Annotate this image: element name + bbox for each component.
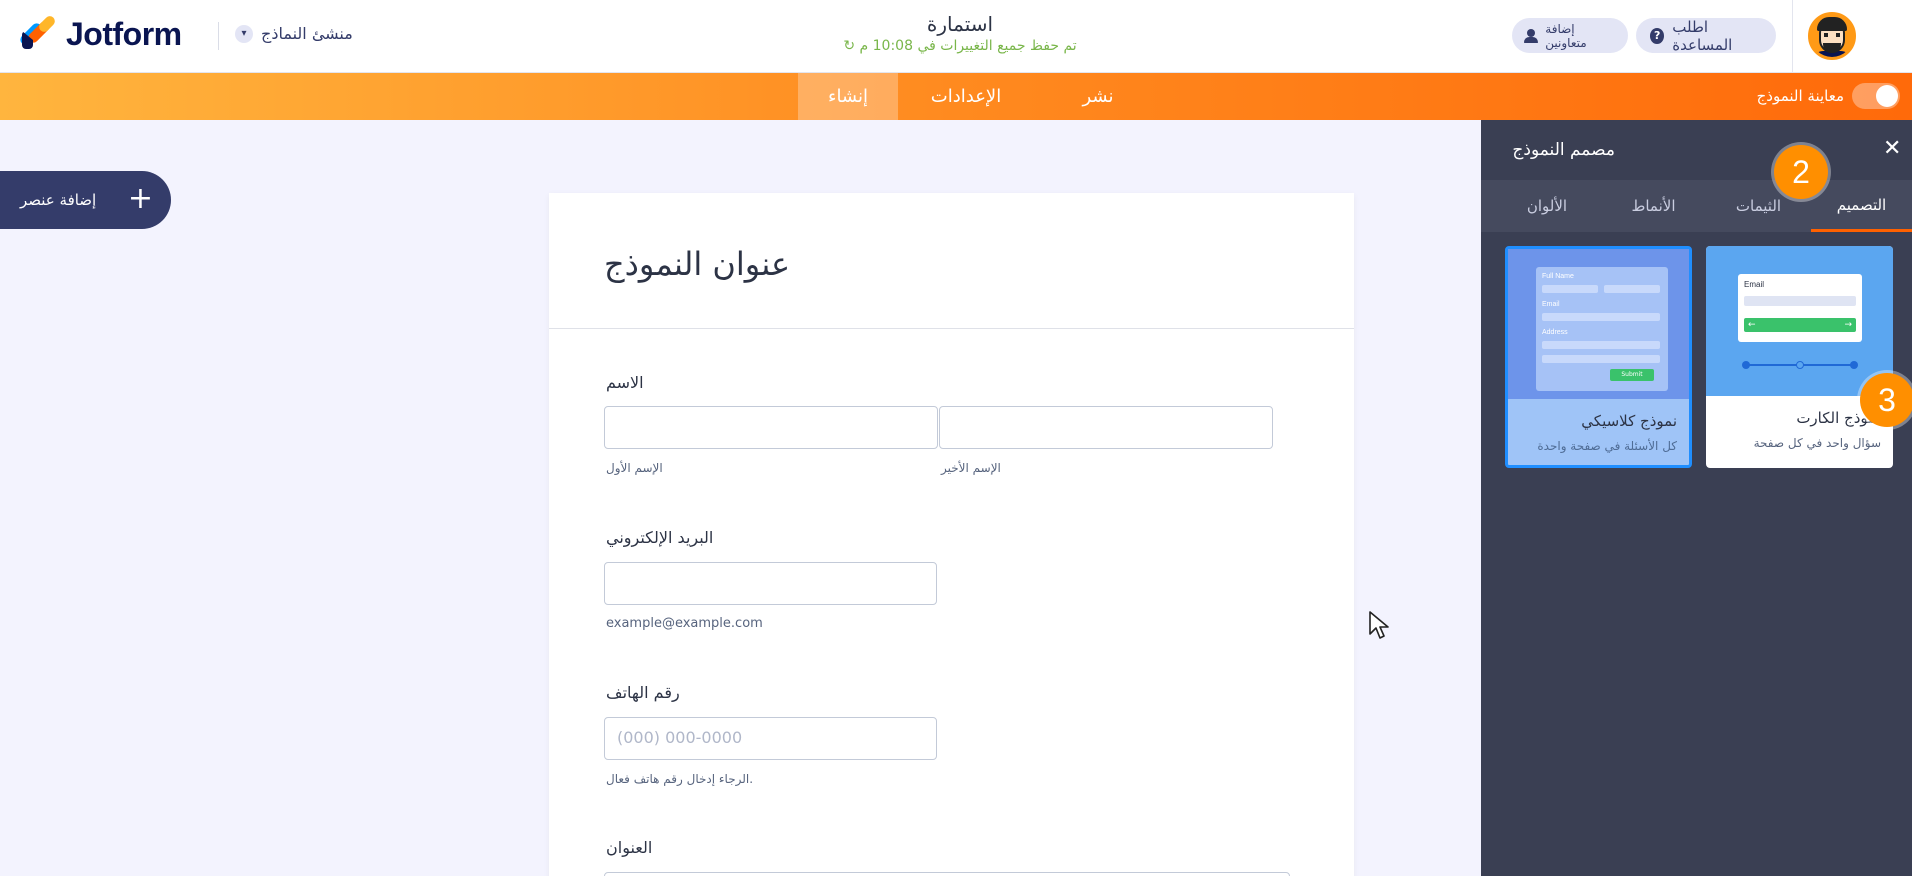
tab-build[interactable]: إنشاء: [798, 73, 898, 120]
builder-menu-dropdown[interactable]: ▾ منشئ النماذج: [235, 24, 353, 43]
mini-label-email: Email: [1542, 301, 1560, 308]
add-element-label: إضافة عنصر: [20, 191, 97, 209]
tab-styles[interactable]: الأنماط: [1601, 180, 1706, 232]
add-collaborators-label: إضافة متعاونين: [1545, 21, 1587, 50]
question-icon: ?: [1650, 27, 1665, 44]
panel-header: مصمم النموذج ✕: [1481, 120, 1912, 180]
builder-menu-label: منشئ النماذج: [261, 24, 353, 43]
mini-progress-steps: [1742, 361, 1858, 369]
mini-label-address: Address: [1542, 329, 1568, 336]
save-status-text: تم حفظ جميع التغييرات في 10:08 م: [859, 38, 1077, 54]
email-sublabel: example@example.com: [606, 616, 763, 631]
card-form-card[interactable]: Email ← → نموذج الكارت سؤال واحد في كل صف…: [1706, 246, 1893, 468]
mini-label-full-name: Full Name: [1542, 273, 1574, 280]
builder-navbar: إنشاء الإعدادات نشر معاينة النموذج: [0, 73, 1912, 120]
tab-publish[interactable]: نشر: [1048, 73, 1148, 120]
email-input[interactable]: [604, 562, 937, 605]
classic-form-thumbnail: Full Name Email Address Submit: [1508, 249, 1689, 399]
card-form-description: سؤال واحد في كل صفحة: [1753, 436, 1881, 450]
mouse-cursor-icon: [1369, 611, 1389, 639]
step-badge-3: 3: [1860, 373, 1912, 427]
chevron-down-icon: ▾: [235, 24, 253, 43]
panel-tabs: التصميم الثيمات الأنماط الألوان: [1481, 180, 1912, 232]
logo-text: Jotform: [66, 15, 182, 52]
preview-form-toggle-group: معاينة النموذج: [1757, 83, 1900, 109]
form-header-section[interactable]: عنوان النموذج: [549, 193, 1354, 329]
panel-title: مصمم النموذج: [1512, 140, 1615, 160]
tab-layout[interactable]: التصميم: [1811, 180, 1912, 232]
save-status: ↻ تم حفظ جميع التغييرات في 10:08 م: [760, 38, 1160, 54]
add-element-button[interactable]: إضافة عنصر +: [0, 171, 171, 229]
add-collaborators-button[interactable]: إضافة متعاونين: [1512, 18, 1628, 53]
tab-settings[interactable]: الإعدادات: [898, 73, 1034, 120]
classic-form-card[interactable]: Full Name Email Address Submit نموذج كلا…: [1505, 246, 1692, 468]
form-designer-panel: مصمم النموذج ✕ التصميم الثيمات الأنماط ا…: [1481, 120, 1912, 876]
header-divider-right: [1792, 0, 1793, 73]
jotform-logo[interactable]: Jotform: [18, 14, 182, 53]
first-name-input[interactable]: [604, 406, 938, 449]
tab-colors[interactable]: الألوان: [1493, 180, 1601, 232]
header-divider: [218, 22, 219, 50]
name-label: الاسم: [606, 373, 644, 392]
address-label: العنوان: [606, 838, 653, 857]
top-header: Jotform ▾ منشئ النماذج استمارة ↻ تم حفظ …: [0, 0, 1912, 73]
form-canvas: عنوان النموذج الاسم الإسم الأول الإسم ال…: [549, 193, 1354, 876]
get-help-label: اطلب المساعدة: [1672, 17, 1733, 54]
mini-submit-button: Submit: [1610, 369, 1654, 381]
plus-icon: +: [127, 181, 153, 216]
mini-card-email-label: Email: [1744, 280, 1765, 289]
user-icon: [1524, 28, 1539, 43]
get-help-button[interactable]: ? اطلب المساعدة: [1636, 17, 1776, 54]
address-input[interactable]: [604, 872, 1290, 876]
classic-form-name: نموذج كلاسيكي: [1581, 412, 1677, 430]
step-badge-2: 2: [1774, 145, 1828, 199]
first-name-sublabel: الإسم الأول: [606, 461, 663, 475]
form-heading[interactable]: عنوان النموذج: [604, 245, 790, 283]
close-icon[interactable]: ✕: [1883, 136, 1901, 161]
jotform-logo-icon: [18, 14, 57, 53]
email-label: البريد الإلكتروني: [606, 528, 714, 547]
phone-placeholder: (000) 000-0000: [617, 728, 743, 747]
form-title-area: استمارة ↻ تم حفظ جميع التغييرات في 10:08…: [760, 12, 1160, 54]
phone-input[interactable]: (000) 000-0000: [604, 717, 937, 760]
card-form-thumbnail: Email ← →: [1706, 246, 1893, 396]
last-name-sublabel: الإسم الأخير: [941, 461, 1001, 475]
avatar[interactable]: [1808, 12, 1856, 60]
last-name-input[interactable]: [939, 406, 1273, 449]
phone-label: رقم الهاتف: [606, 683, 680, 702]
classic-form-description: كل الأسئلة في صفحة واحدة: [1537, 439, 1677, 453]
form-title[interactable]: استمارة: [760, 12, 1160, 36]
phone-sublabel: الرجاء إدخال رقم هاتف فعال.: [606, 772, 754, 786]
preview-form-label: معاينة النموذج: [1756, 87, 1844, 105]
refresh-icon: ↻: [843, 38, 856, 54]
preview-form-toggle[interactable]: [1852, 83, 1900, 109]
